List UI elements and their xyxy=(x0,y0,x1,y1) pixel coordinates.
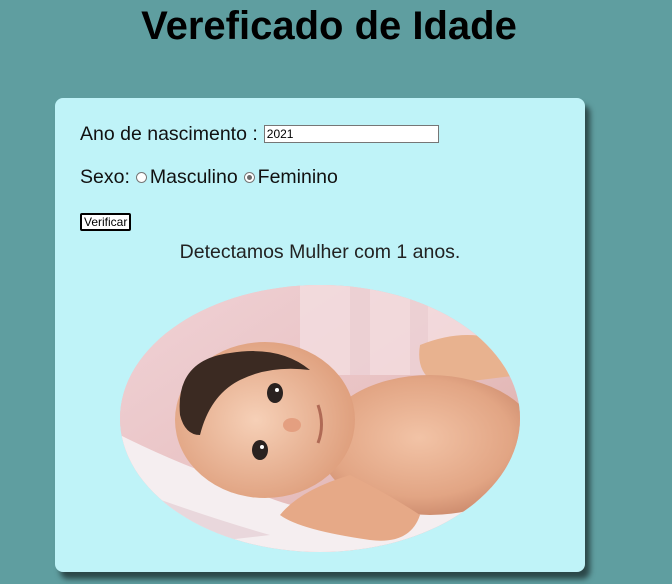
sex-row: Sexo: Masculino Feminino xyxy=(80,165,338,189)
baby-photo-image xyxy=(120,285,520,552)
baby-photo xyxy=(120,285,520,552)
sex-label: Sexo: xyxy=(80,165,130,188)
age-form-card: Ano de nascimento : Sexo: Masculino Femi… xyxy=(55,98,585,572)
female-radio[interactable] xyxy=(243,171,255,183)
female-radio-label[interactable]: Feminino xyxy=(258,166,338,189)
birth-year-label: Ano de nascimento : xyxy=(80,122,258,145)
verify-button[interactable]: Verificar xyxy=(80,213,132,231)
male-radio-label[interactable]: Masculino xyxy=(150,166,238,189)
result-text: Detectamos Mulher com 1 anos. xyxy=(179,241,461,263)
page-title: Vereficado de Idade xyxy=(141,4,517,48)
birth-year-input[interactable] xyxy=(263,125,439,143)
birth-year-row: Ano de nascimento : xyxy=(80,122,439,146)
male-radio[interactable] xyxy=(135,171,147,183)
